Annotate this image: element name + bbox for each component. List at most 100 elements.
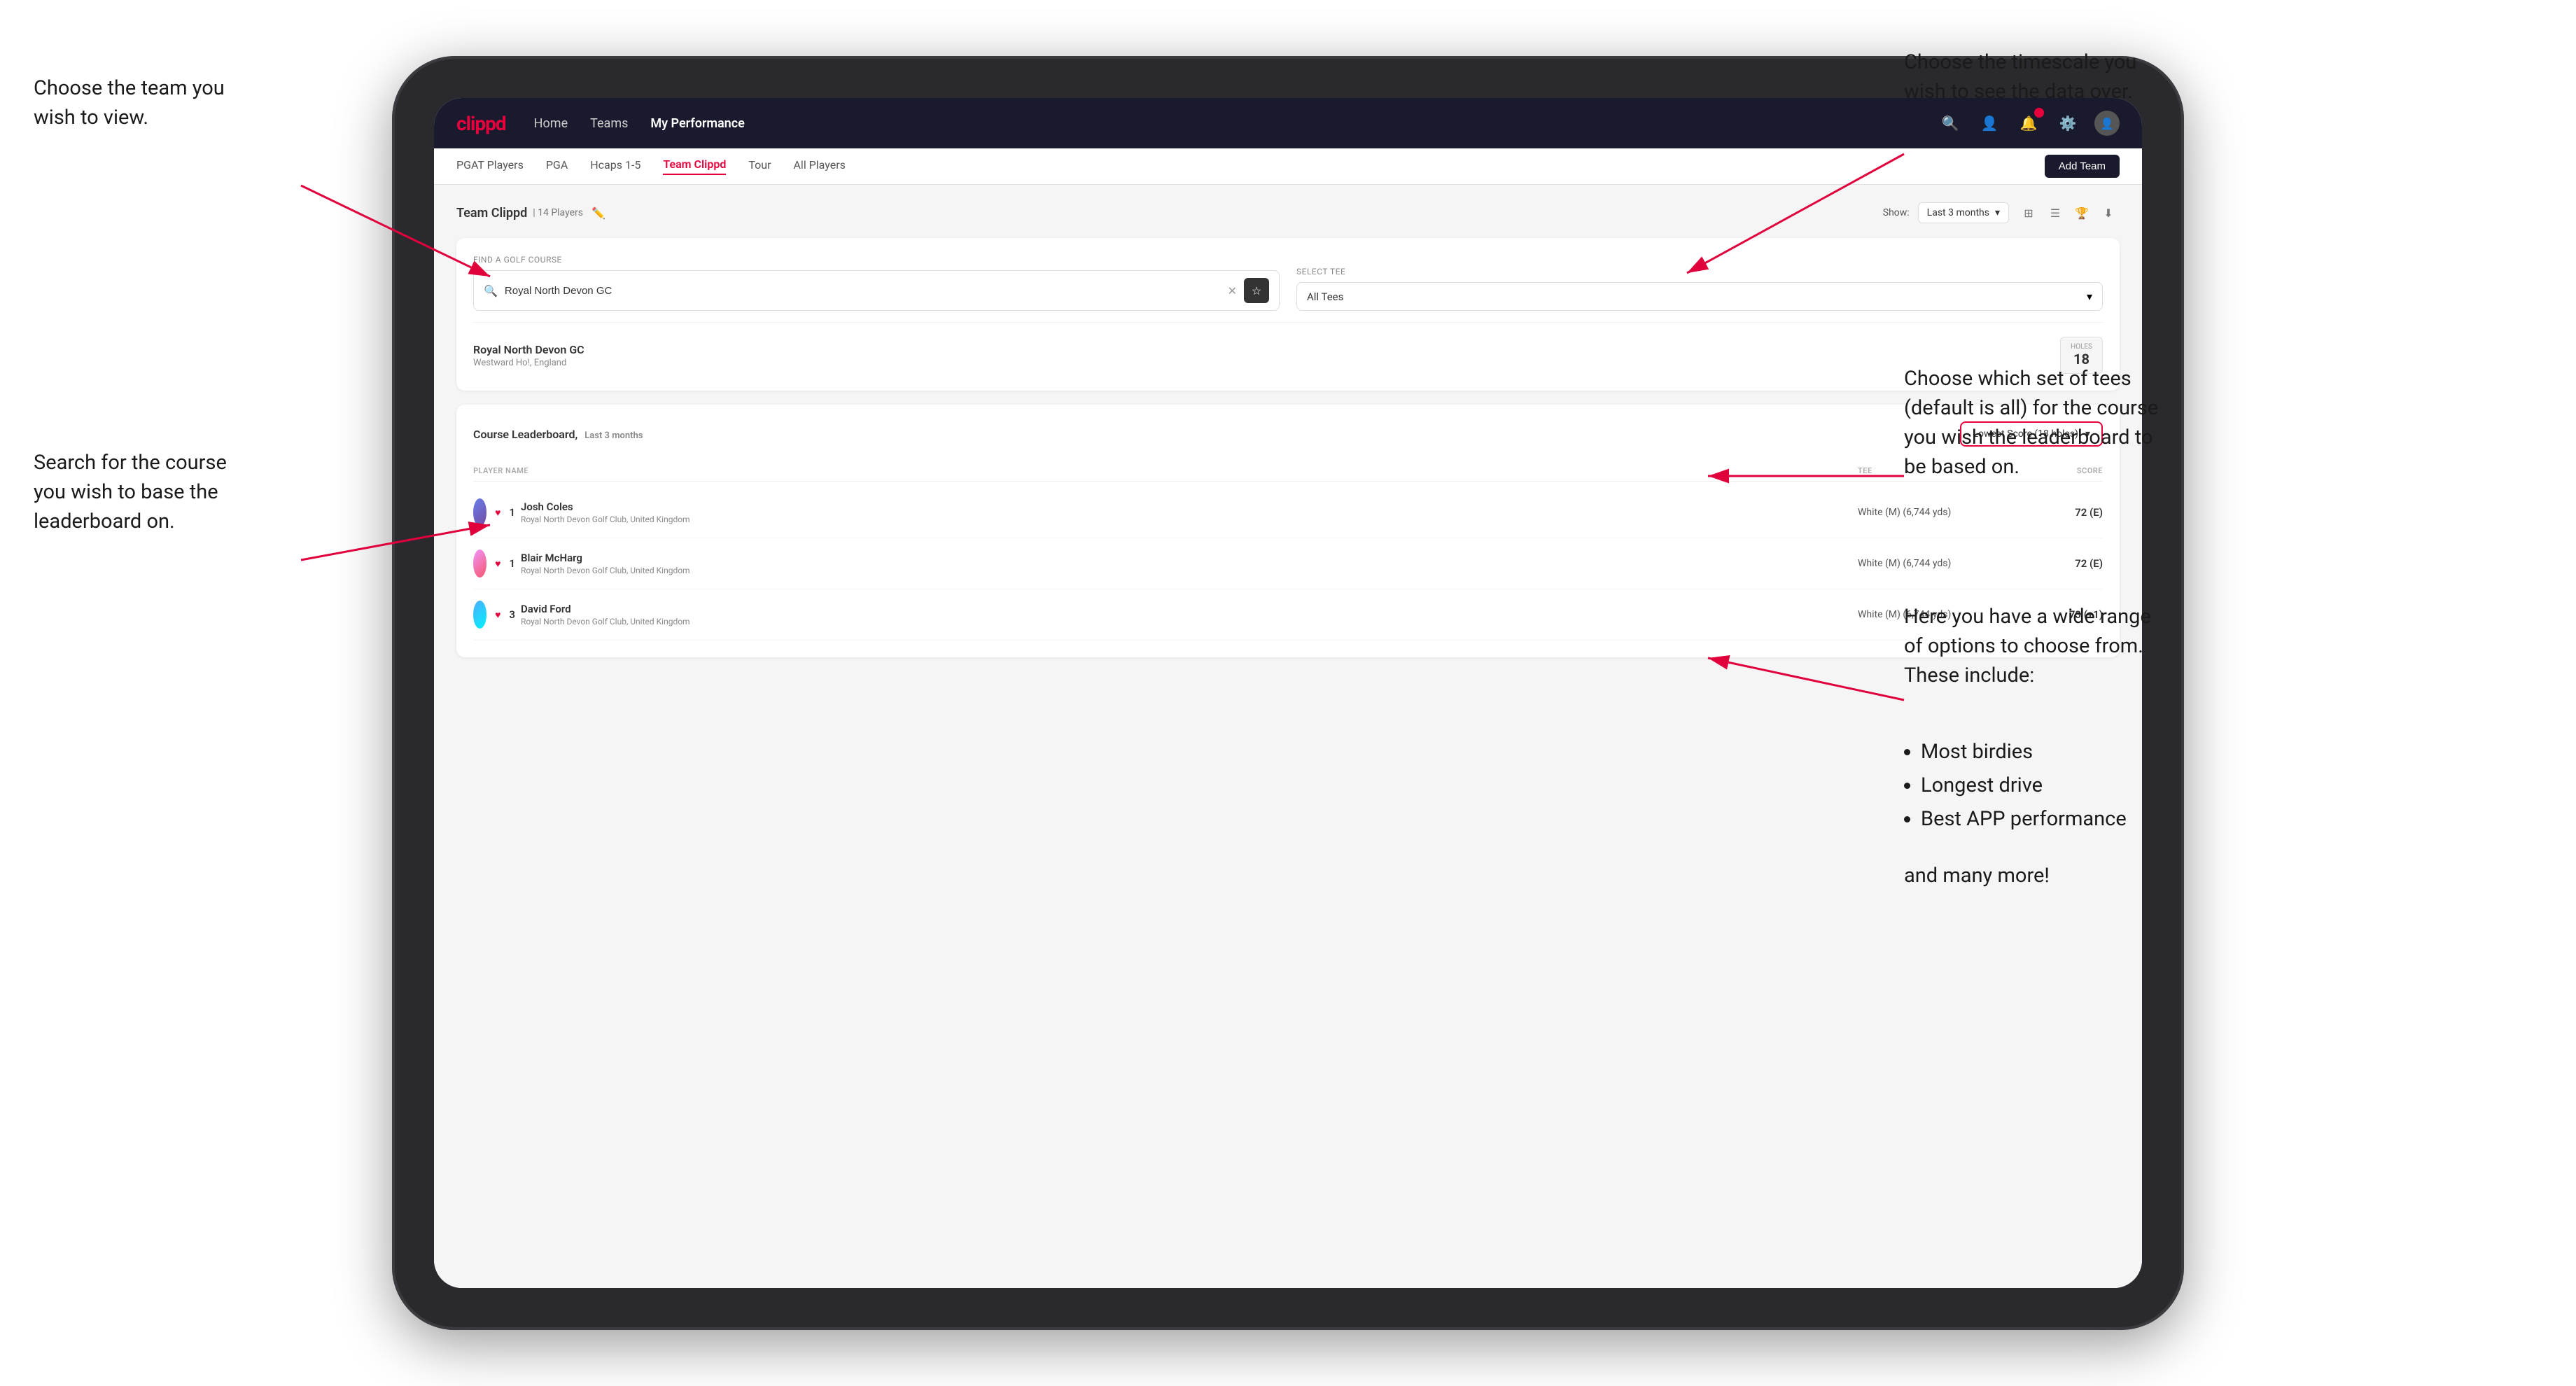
favorite-icon-1[interactable]: ♥ (495, 507, 500, 519)
leaderboard-card: Course Leaderboard, Last 3 months Lowest… (456, 405, 2120, 657)
player-club-3: Royal North Devon Golf Club, United King… (521, 617, 1858, 626)
player-tee-1: White (M) (6,744 yds) (1858, 507, 1998, 518)
annotation-middle-left: Search for the courseyou wish to base th… (34, 448, 227, 536)
nav-my-performance[interactable]: My Performance (650, 116, 744, 131)
settings-icon-btn[interactable]: ⚙️ (2055, 111, 2080, 136)
annotation-top-left: Choose the team youwish to view. (34, 74, 225, 132)
nav-icons: 🔍 👤 🔔 ⚙️ 👤 (1938, 111, 2120, 136)
search-icon-btn[interactable]: 🔍 (1938, 111, 1963, 136)
player-score-2: 72 (E) (1998, 557, 2103, 570)
trophy-view-btn[interactable]: 🏆 (2071, 202, 2093, 224)
main-content: Team Clippd | 14 Players ✏️ Show: Last 3… (434, 185, 2142, 1288)
search-card: Find a Golf Course 🔍 ✕ ☆ Select Tee All … (456, 238, 2120, 391)
player-score-1: 72 (E) (1998, 506, 2103, 519)
avatar-2 (473, 550, 486, 578)
add-team-button[interactable]: Add Team (2045, 155, 2120, 178)
subnav-pga[interactable]: PGA (546, 158, 568, 174)
subnav-tour[interactable]: Tour (748, 158, 771, 174)
list-item-app: Best APP performance (1921, 804, 2127, 834)
search-icon: 🔍 (484, 284, 498, 298)
list-view-btn[interactable]: ☰ (2044, 202, 2066, 224)
chevron-down-icon: ▾ (1995, 207, 2000, 218)
navbar: clippd Home Teams My Performance 🔍 👤 🔔 ⚙… (434, 98, 2142, 148)
avatar-img-3 (473, 601, 486, 629)
course-result: Royal North Devon GC Westward Ho!, Engla… (473, 322, 2103, 374)
grid-view-btn[interactable]: ⊞ (2017, 202, 2040, 224)
nav-home[interactable]: Home (534, 116, 568, 131)
subnav-all-players[interactable]: All Players (793, 158, 845, 174)
rank-number-3: 3 (509, 608, 515, 621)
player-name-2: Blair McHarg (521, 552, 1858, 564)
avatar-img-1 (473, 498, 486, 526)
notification-badge (2034, 108, 2044, 118)
annotation-bottom-right-list: Most birdies Longest drive Best APP perf… (1904, 732, 2127, 838)
team-title: Team Clippd (456, 206, 527, 220)
avatar-img-2 (473, 550, 486, 578)
show-label: Show: (1883, 207, 1910, 218)
table-row: ♥ 3 David Ford Royal North Devon Golf Cl… (473, 589, 2103, 640)
rank-col-3: ♥ 3 (473, 601, 515, 629)
course-location: Westward Ho!, England (473, 358, 2060, 368)
team-header: Team Clippd | 14 Players ✏️ Show: Last 3… (456, 202, 2120, 224)
favorite-btn[interactable]: ☆ (1244, 278, 1269, 303)
leaderboard-title: Course Leaderboard, Last 3 months (473, 428, 643, 441)
avatar-1 (473, 498, 486, 526)
clear-search-icon[interactable]: ✕ (1228, 284, 1237, 298)
show-controls: Show: Last 3 months ▾ ⊞ ☰ 🏆 ⬇ (1883, 202, 2120, 224)
leaderboard-subtitle: Last 3 months (584, 430, 643, 441)
leaderboard-header: Course Leaderboard, Last 3 months Lowest… (473, 421, 2103, 447)
annotation-top-right: Choose the timescale youwish to see the … (1904, 48, 2136, 106)
holes-label: Holes (2071, 343, 2092, 351)
nav-teams[interactable]: Teams (590, 116, 628, 131)
rank-col-1: ♥ 1 (473, 498, 515, 526)
player-name-3: David Ford (521, 603, 1858, 615)
team-player-count: | 14 Players (533, 207, 583, 218)
users-icon-btn[interactable]: 👤 (1977, 111, 2002, 136)
avatar-3 (473, 601, 486, 629)
col-header-player: PLAYER NAME (473, 466, 1858, 475)
show-value: Last 3 months (1927, 207, 1989, 218)
search-row: Find a Golf Course 🔍 ✕ ☆ Select Tee All … (473, 255, 2103, 311)
tablet-shell: clippd Home Teams My Performance 🔍 👤 🔔 ⚙… (392, 56, 2184, 1330)
download-btn[interactable]: ⬇ (2097, 202, 2120, 224)
tee-select-col: Select Tee All Tees ▾ (1296, 267, 2103, 311)
player-club-2: Royal North Devon Golf Club, United King… (521, 566, 1858, 575)
course-search-input[interactable] (505, 285, 1221, 297)
annotation-bottom-right-title: Here you have a wide rangeof options to … (1904, 602, 2151, 690)
find-course-label: Find a Golf Course (473, 255, 1280, 265)
table-row: ♥ 1 Josh Coles Royal North Devon Golf Cl… (473, 487, 2103, 538)
rank-col-2: ♥ 1 (473, 550, 515, 578)
player-info-3: David Ford Royal North Devon Golf Club, … (515, 603, 1858, 626)
user-avatar-btn[interactable]: 👤 (2094, 111, 2120, 136)
player-club-1: Royal North Devon Golf Club, United King… (521, 514, 1858, 524)
list-item-birdies: Most birdies (1921, 737, 2127, 766)
tee-select-value: All Tees (1307, 290, 2080, 303)
course-search-wrapper: 🔍 ✕ ☆ (473, 270, 1280, 311)
nav-links: Home Teams My Performance (534, 116, 1910, 131)
app-logo: clippd (456, 112, 506, 135)
subnav: PGAT Players PGA Hcaps 1-5 Team Clippd T… (434, 148, 2142, 185)
player-info-2: Blair McHarg Royal North Devon Golf Club… (515, 552, 1858, 575)
leaderboard-table-header: PLAYER NAME TEE SCORE (473, 461, 2103, 482)
view-icons: ⊞ ☰ 🏆 ⬇ (2017, 202, 2120, 224)
tee-chevron-icon: ▾ (2087, 290, 2092, 303)
notifications-btn[interactable]: 🔔 (2016, 111, 2041, 136)
course-search-col: Find a Golf Course 🔍 ✕ ☆ (473, 255, 1280, 311)
annotation-right-tee: Choose which set of tees(default is all)… (1904, 364, 2158, 482)
subnav-hcaps[interactable]: Hcaps 1-5 (590, 158, 640, 174)
player-name-1: Josh Coles (521, 500, 1858, 513)
player-info-1: Josh Coles Royal North Devon Golf Club, … (515, 500, 1858, 524)
tablet-screen: clippd Home Teams My Performance 🔍 👤 🔔 ⚙… (434, 98, 2142, 1288)
rank-number-2: 1 (509, 557, 515, 570)
course-result-info: Royal North Devon GC Westward Ho!, Engla… (473, 343, 2060, 368)
player-tee-2: White (M) (6,744 yds) (1858, 558, 1998, 569)
tee-select-dropdown[interactable]: All Tees ▾ (1296, 282, 2103, 311)
subnav-pgat-players[interactable]: PGAT Players (456, 158, 524, 174)
favorite-icon-3[interactable]: ♥ (495, 609, 500, 621)
edit-icon[interactable]: ✏️ (592, 206, 606, 220)
favorite-icon-2[interactable]: ♥ (495, 558, 500, 570)
show-dropdown[interactable]: Last 3 months ▾ (1918, 202, 2009, 223)
subnav-team-clippd[interactable]: Team Clippd (663, 158, 726, 175)
rank-number-1: 1 (509, 506, 515, 519)
table-row: ♥ 1 Blair McHarg Royal North Devon Golf … (473, 538, 2103, 589)
